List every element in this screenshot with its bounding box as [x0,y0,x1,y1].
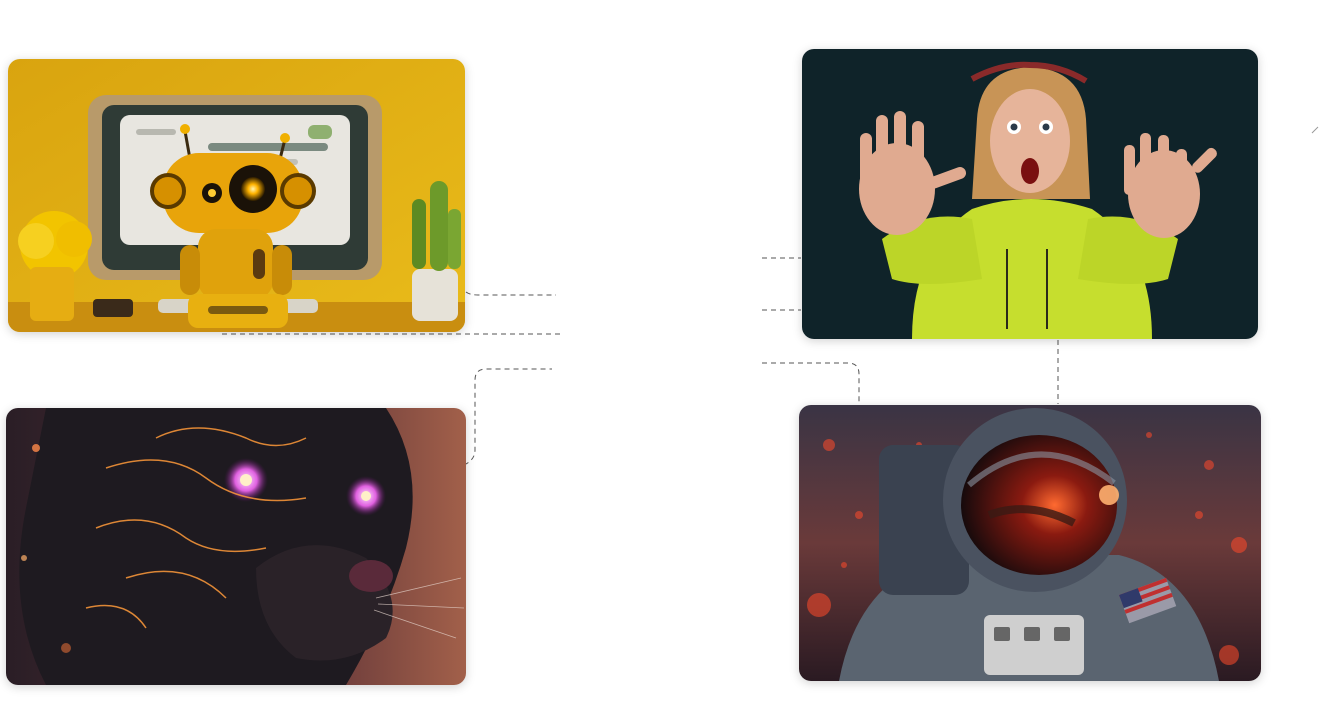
astronaut-illustration [799,405,1261,681]
connector-panther-top [463,368,552,466]
decor-tick [1311,126,1319,134]
astronaut-image-card[interactable] [799,405,1261,681]
woman-illustration [802,49,1258,339]
robot-illustration [8,59,465,332]
connector-robot-right [465,291,556,296]
panther-image-card[interactable] [6,408,466,685]
connector-astronaut-top [762,362,860,403]
robot-image-card[interactable] [8,59,465,332]
surprised-woman-image-card[interactable] [802,49,1258,339]
panther-illustration [6,408,466,685]
